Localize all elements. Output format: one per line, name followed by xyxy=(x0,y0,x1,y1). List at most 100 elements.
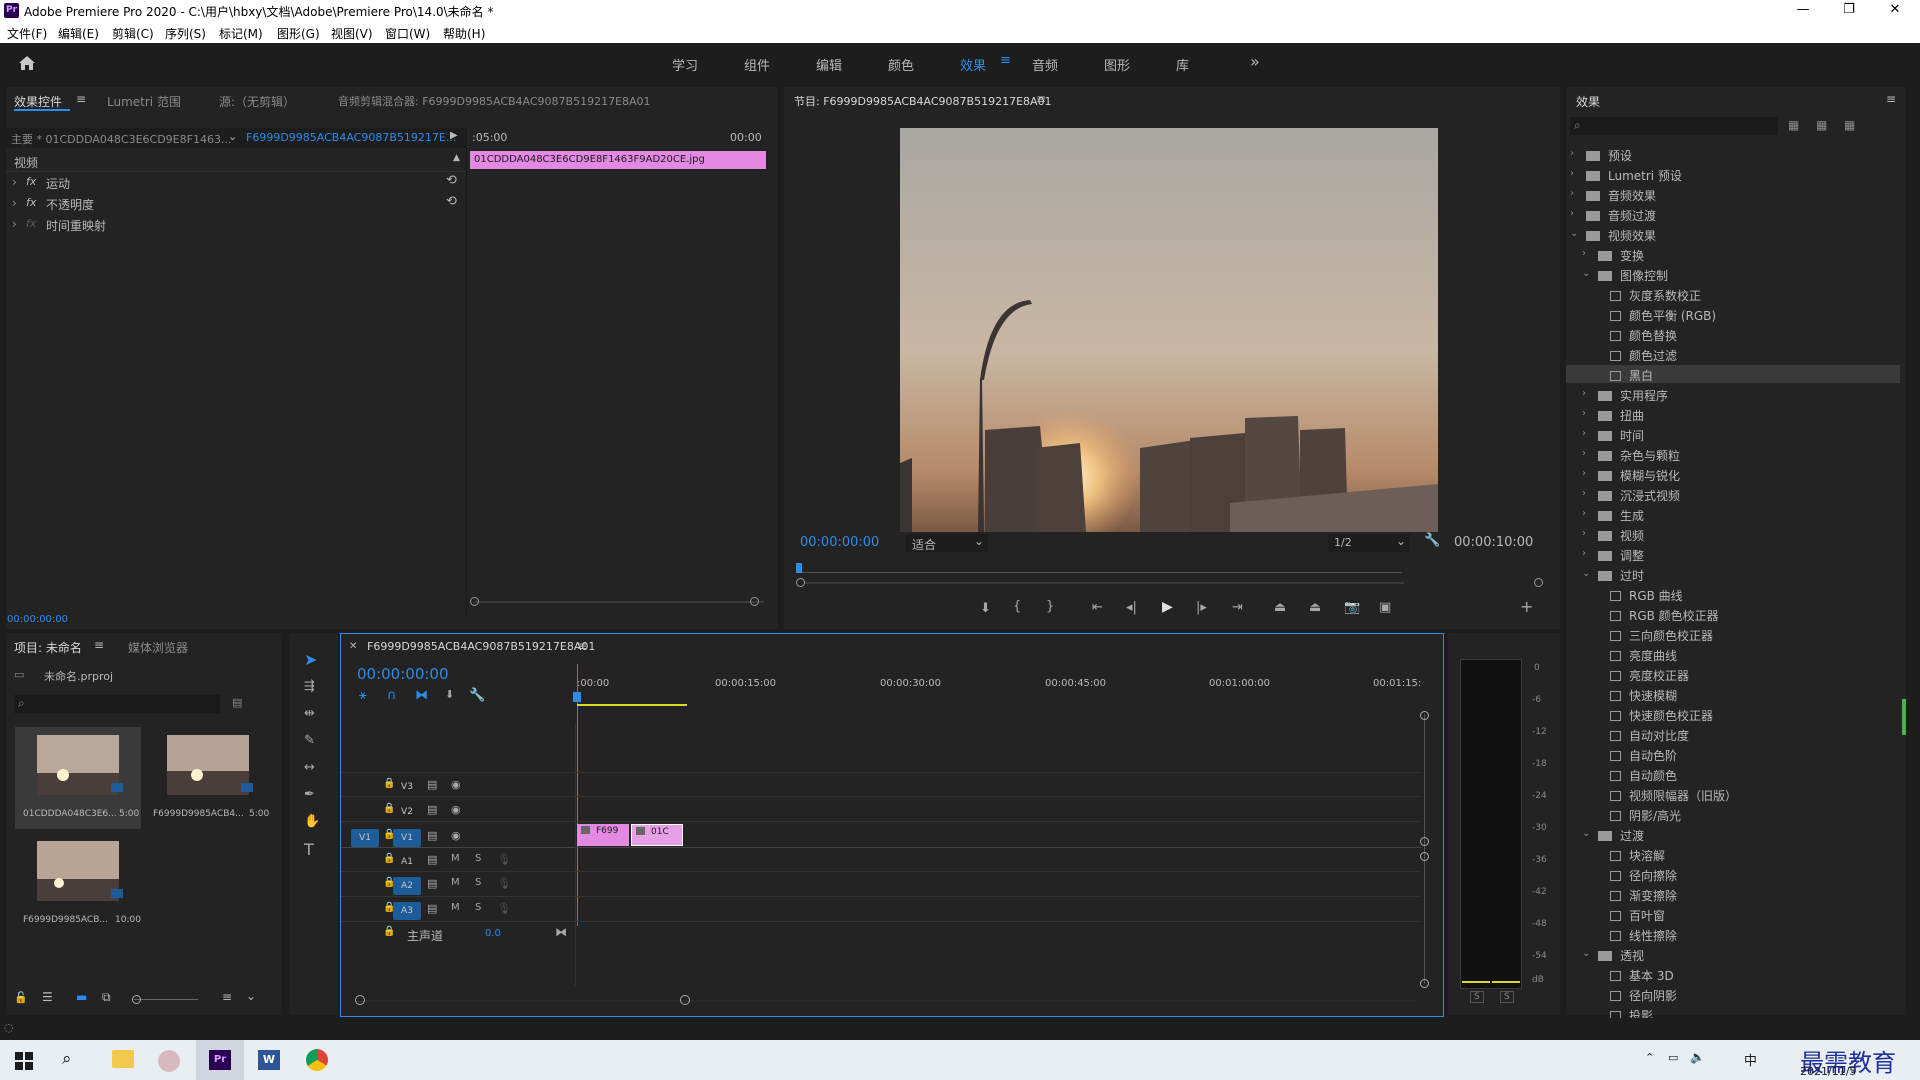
collapse-up-icon[interactable]: ▲ xyxy=(453,153,460,163)
effects-item[interactable]: 自动颜色 xyxy=(1610,767,1677,784)
microphone-icon[interactable]: 🎙 xyxy=(497,903,511,914)
effects-item[interactable]: 自动色阶 xyxy=(1610,747,1677,764)
mute-button[interactable]: M xyxy=(451,854,460,864)
effects-folder[interactable]: 视频效果 xyxy=(1586,227,1656,244)
timeline-playhead[interactable] xyxy=(573,692,581,702)
effects-item[interactable]: RGB 颜色校正器 xyxy=(1610,607,1719,624)
premiere-taskbar-button[interactable]: Pr xyxy=(196,1040,244,1080)
chevron-right-icon[interactable]: › xyxy=(1582,508,1586,519)
sync-lock-icon[interactable]: ▤ xyxy=(427,804,437,815)
close-button[interactable]: ✕ xyxy=(1872,0,1918,22)
mark-out-icon[interactable]: } xyxy=(1046,600,1054,613)
fit-dropdown[interactable]: 适合 ⌄ xyxy=(906,534,988,552)
effects-folder[interactable]: 音频效果 xyxy=(1586,187,1656,204)
freeform-view-icon[interactable]: ⧉ xyxy=(102,990,111,1005)
chrome-app-icon[interactable] xyxy=(306,1049,328,1071)
workspace-editing[interactable]: 编辑 xyxy=(816,55,842,74)
selection-tool-icon[interactable]: ➤ xyxy=(304,652,317,668)
ime-indicator[interactable]: 中 xyxy=(1744,1050,1757,1069)
accelerated-effects-icon[interactable]: ▦ xyxy=(1788,118,1799,132)
tray-chevron-up-icon[interactable]: ⌃ xyxy=(1645,1051,1654,1064)
track-label-a1[interactable]: A1 xyxy=(393,853,421,871)
effect-clip-bar[interactable]: 01CDDDA048C3E6CD9E8F1463F9AD20CE.jpg xyxy=(470,151,766,169)
snap-magnet-icon[interactable]: ∩ xyxy=(387,689,397,702)
effects-item[interactable]: 块溶解 xyxy=(1610,847,1665,864)
timeline-settings-wrench-icon[interactable]: 🔧 xyxy=(469,689,485,702)
avatar-app-icon[interactable] xyxy=(158,1050,180,1072)
32bit-effects-icon[interactable]: ▦ xyxy=(1816,118,1827,132)
effect-controls-timecode[interactable]: 00:00:00:00 xyxy=(7,614,68,625)
effects-item[interactable]: 快速模糊 xyxy=(1610,687,1677,704)
lock-icon[interactable]: 🔓 xyxy=(14,991,28,1004)
chevron-down-icon[interactable]: ⌄ xyxy=(1582,828,1590,839)
effects-folder[interactable]: 杂色与颗粒 xyxy=(1598,447,1680,464)
effects-item[interactable]: 黑白 xyxy=(1610,367,1653,384)
menu-window[interactable]: 窗口(W) xyxy=(385,25,430,42)
workspace-color[interactable]: 颜色 xyxy=(888,55,914,74)
add-button-icon[interactable]: + xyxy=(1520,599,1533,615)
program-title[interactable]: 节目: F6999D9985ACB4AC9087B519217E8A01 xyxy=(794,93,1052,109)
program-zoom-scrollbar[interactable] xyxy=(804,582,1404,584)
windows-start-icon[interactable] xyxy=(15,1052,33,1070)
solo-right-button[interactable]: S xyxy=(1500,991,1514,1003)
chevron-right-icon[interactable]: › xyxy=(1582,408,1586,419)
sync-lock-icon[interactable]: ▤ xyxy=(427,878,437,889)
microphone-icon[interactable]: 🎙 xyxy=(497,854,511,865)
play-right-icon[interactable]: ▶ xyxy=(450,130,458,141)
menu-view[interactable]: 视图(V) xyxy=(331,25,373,42)
effects-folder[interactable]: 实用程序 xyxy=(1598,387,1668,404)
chevron-right-icon[interactable]: › xyxy=(1582,488,1586,499)
timeline-clip[interactable]: F699 xyxy=(577,824,629,846)
program-playhead[interactable] xyxy=(796,563,802,573)
track-label-a2[interactable]: A2 xyxy=(393,877,421,895)
chevron-right-icon[interactable]: › xyxy=(1582,388,1586,399)
razor-tool-icon[interactable]: ✎ xyxy=(304,734,315,747)
chevron-right-icon[interactable]: › xyxy=(1582,428,1586,439)
menu-graphics[interactable]: 图形(G) xyxy=(277,25,320,42)
ripple-edit-tool-icon[interactable]: ⇹ xyxy=(304,707,315,720)
project-item[interactable]: F6999D9985ACB... 10:00 xyxy=(15,833,141,935)
effects-folder[interactable]: 音频过渡 xyxy=(1586,207,1656,224)
slip-tool-icon[interactable]: ↔ xyxy=(304,761,315,774)
workspace-effects[interactable]: 效果 xyxy=(960,55,986,74)
resolution-dropdown[interactable]: 1/2 ⌄ xyxy=(1328,534,1410,552)
effects-item[interactable]: 阴影/高光 xyxy=(1610,807,1681,824)
workspace-menu-icon[interactable]: ≡ xyxy=(1000,53,1011,68)
reset-opacity-icon[interactable]: ⟲ xyxy=(446,194,457,209)
solo-button[interactable]: S xyxy=(475,854,481,864)
settings-wrench-icon[interactable]: 🔧 xyxy=(1424,533,1440,548)
menu-marker[interactable]: 标记(M) xyxy=(219,25,263,42)
track-label-v1[interactable]: V1 xyxy=(393,829,421,847)
menu-help[interactable]: 帮助(H) xyxy=(443,25,485,42)
linked-selection-icon[interactable]: ⧓ xyxy=(415,689,428,702)
chevron-right-icon[interactable]: › xyxy=(1570,168,1574,179)
effects-folder[interactable]: Lumetri 预设 xyxy=(1586,167,1682,184)
step-back-icon[interactable]: ◂| xyxy=(1126,601,1137,614)
effects-folder[interactable]: 过渡 xyxy=(1598,827,1644,844)
effect-time-remapping[interactable]: 时间重映射 xyxy=(46,217,106,234)
tab-lumetri-scopes[interactable]: Lumetri 范围 xyxy=(107,93,181,110)
expand-time-remap-icon[interactable]: › xyxy=(12,217,17,231)
effects-item[interactable]: 亮度校正器 xyxy=(1610,667,1689,684)
expand-opacity-icon[interactable]: › xyxy=(12,196,17,210)
export-frame-camera-icon[interactable]: 📷 xyxy=(1344,601,1360,614)
chevron-down-icon[interactable]: ⌄ xyxy=(1582,268,1590,279)
vertical-scrollbar[interactable] xyxy=(1424,714,1425,984)
effects-item[interactable]: 颜色替换 xyxy=(1610,327,1677,344)
maximize-button[interactable]: ❐ xyxy=(1826,0,1872,22)
chevron-right-icon[interactable]: › xyxy=(1570,208,1574,219)
workspace-graphics[interactable]: 图形 xyxy=(1104,55,1130,74)
menu-clip[interactable]: 剪辑(C) xyxy=(112,25,154,42)
lock-icon[interactable]: 🔒 xyxy=(383,927,395,937)
workspace-assembly[interactable]: 组件 xyxy=(744,55,770,74)
mute-button[interactable]: M xyxy=(451,903,460,913)
effects-item[interactable]: 快速颜色校正器 xyxy=(1610,707,1713,724)
effects-folder[interactable]: 生成 xyxy=(1598,507,1644,524)
eye-icon[interactable]: ◉ xyxy=(451,830,461,841)
solo-button[interactable]: S xyxy=(475,903,481,913)
word-app-icon[interactable]: W xyxy=(258,1050,280,1070)
effect-opacity[interactable]: 不透明度 xyxy=(46,196,94,213)
effects-item[interactable]: 颜色过滤 xyxy=(1610,347,1677,364)
project-menu-icon[interactable]: ≡ xyxy=(94,638,104,652)
sync-lock-icon[interactable]: ▤ xyxy=(427,830,437,841)
